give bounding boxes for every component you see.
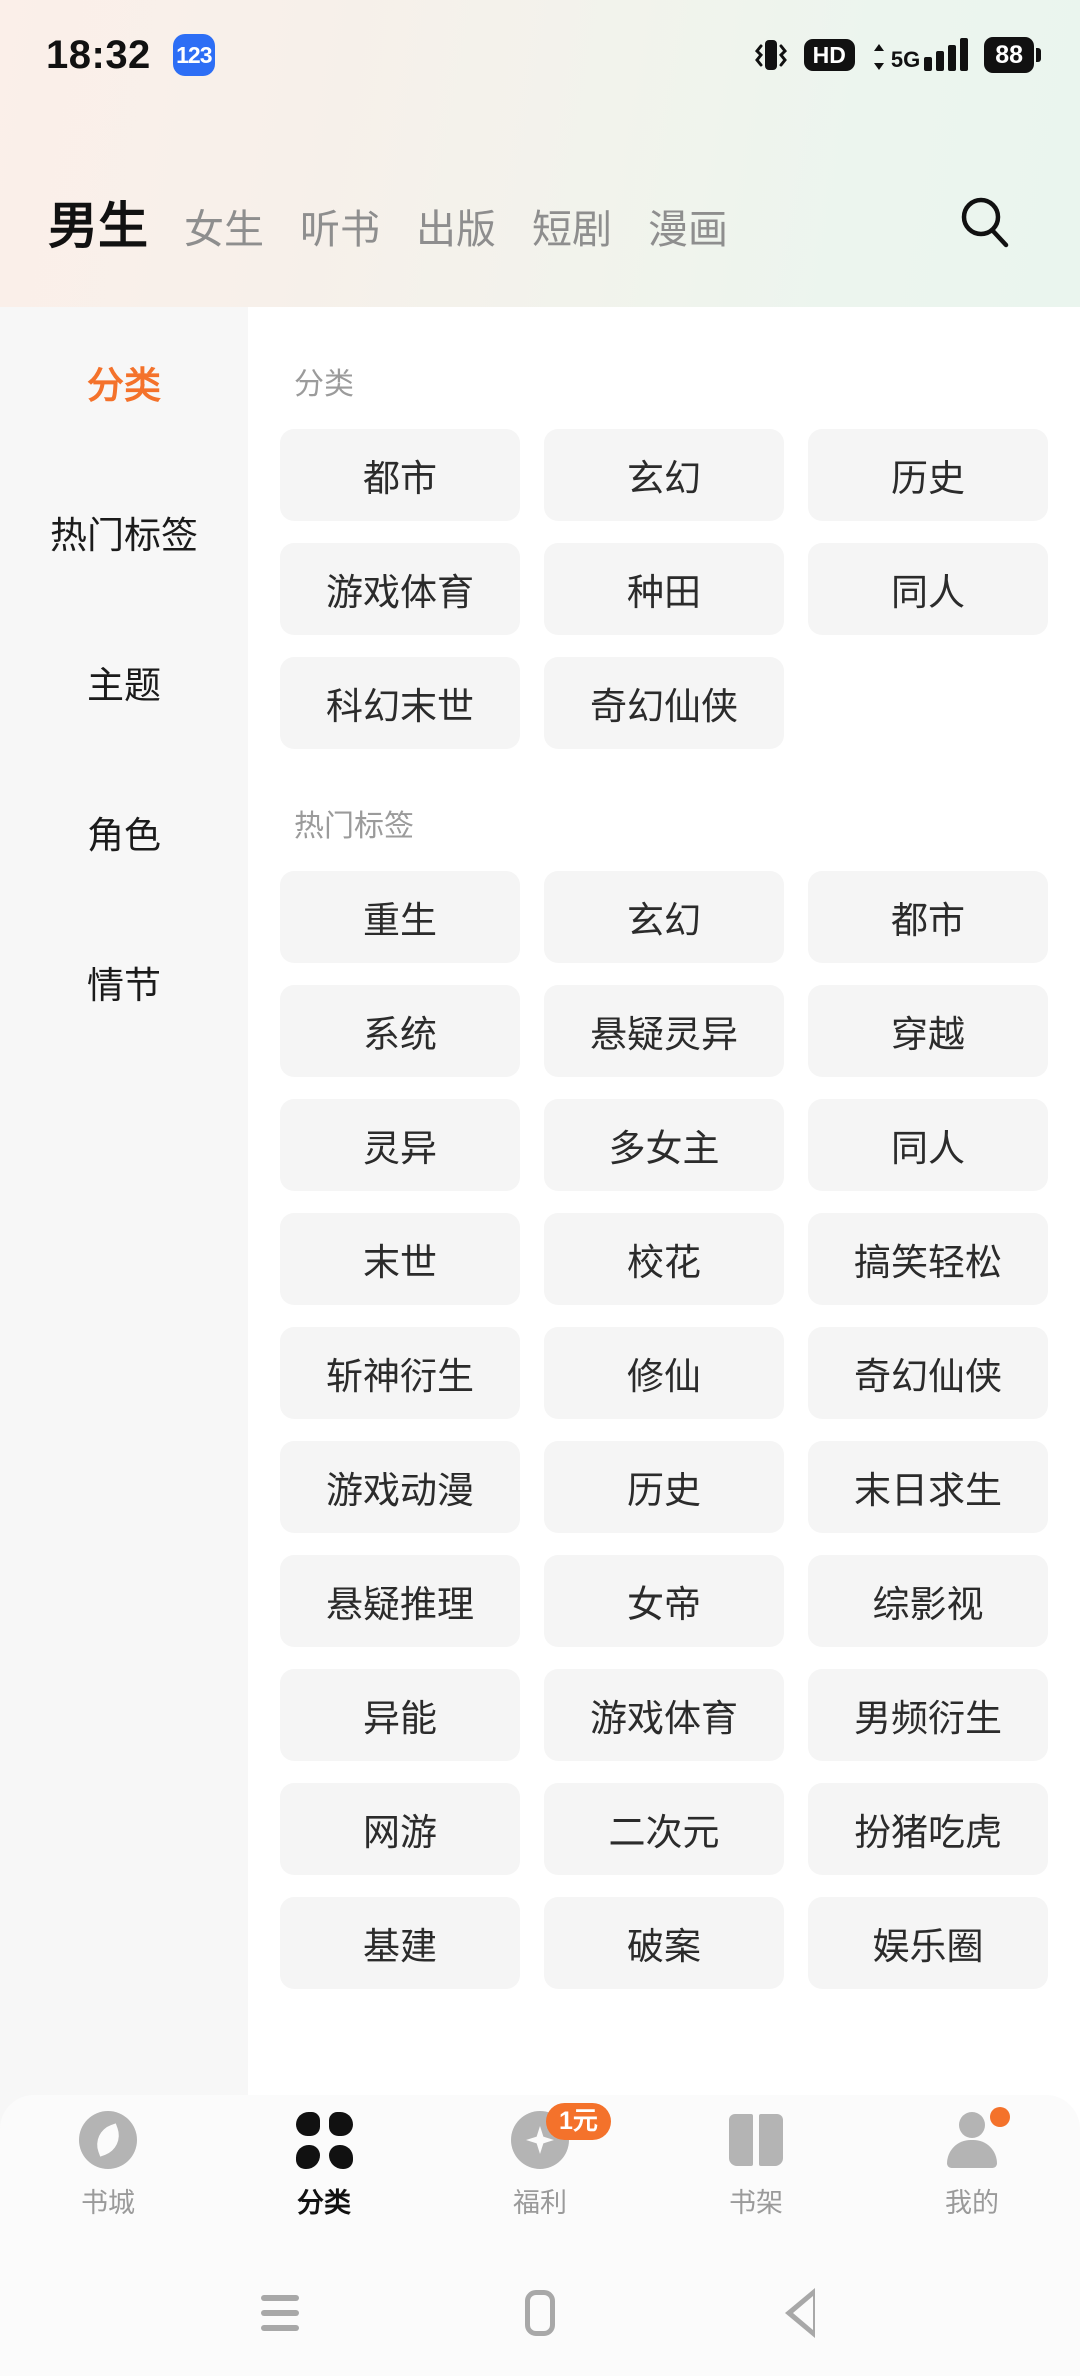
chip[interactable]: 奇幻仙侠 — [808, 1327, 1048, 1419]
chip[interactable]: 历史 — [808, 429, 1048, 521]
bookshelf-icon — [725, 2109, 787, 2171]
chip[interactable]: 种田 — [544, 543, 784, 635]
tab-duanju[interactable]: 短剧 — [532, 197, 612, 255]
chip[interactable]: 斩神衍生 — [280, 1327, 520, 1419]
data-transfer-icon — [871, 43, 887, 71]
chip[interactable]: 游戏体育 — [544, 1669, 784, 1761]
status-bar: 18:32 123 HD 5G 88 — [0, 0, 1080, 110]
chip[interactable]: 校花 — [544, 1213, 784, 1305]
sidebar-item-juese[interactable]: 角色 — [0, 757, 248, 907]
chip[interactable]: 同人 — [808, 543, 1048, 635]
sidebar-item-remenbiaoqian[interactable]: 热门标签 — [0, 457, 248, 607]
status-bar-right: HD 5G 88 — [754, 35, 1034, 75]
section-title-fenlei: 分类 — [294, 368, 354, 401]
battery-indicator: 88 — [984, 37, 1034, 73]
bottom-tab-label: 我的 — [945, 2188, 999, 2218]
section-title-remenbiaoqian: 热门标签 — [294, 810, 414, 843]
chip[interactable]: 扮猪吃虎 — [808, 1783, 1048, 1875]
sidebar-item-qingjie[interactable]: 情节 — [0, 907, 248, 1057]
notification-dot — [990, 2107, 1010, 2127]
chip[interactable]: 同人 — [808, 1099, 1048, 1191]
chip[interactable]: 都市 — [808, 871, 1048, 963]
bottom-tab-label: 福利 — [513, 2188, 567, 2218]
chip[interactable]: 基建 — [280, 1897, 520, 1989]
recents-icon[interactable] — [245, 2278, 315, 2348]
chip[interactable]: 多女主 — [544, 1099, 784, 1191]
bottom-tab-shucheng[interactable]: 书城 — [0, 2109, 216, 2220]
bottom-tab-fenlei[interactable]: 分类 — [216, 2109, 432, 2220]
tab-tingshu[interactable]: 听书 — [300, 197, 380, 255]
bottom-tab-bar: 书城 分类 1元 福利 书架 我的 — [0, 2095, 1080, 2250]
chip[interactable]: 修仙 — [544, 1327, 784, 1419]
bottom-tab-label: 书架 — [729, 2188, 783, 2218]
chip[interactable]: 末日求生 — [808, 1441, 1048, 1533]
bottom-tab-label: 分类 — [297, 2188, 351, 2218]
sidebar-item-zhuti[interactable]: 主题 — [0, 607, 248, 757]
top-tab-list: 男生 女生 听书 出版 短剧 漫画 — [48, 186, 950, 258]
person-icon — [941, 2107, 1010, 2171]
chip[interactable]: 男频衍生 — [808, 1669, 1048, 1761]
sidebar-item-fenlei[interactable]: 分类 — [0, 307, 248, 457]
search-icon[interactable] — [950, 186, 1022, 258]
chip[interactable]: 异能 — [280, 1669, 520, 1761]
tab-manhua[interactable]: 漫画 — [648, 197, 728, 255]
vibrate-mode-icon — [754, 35, 788, 75]
fuli-badge: 1元 — [546, 2103, 611, 2141]
chip[interactable]: 重生 — [280, 871, 520, 963]
top-navigation: 男生 女生 听书 出版 短剧 漫画 — [0, 172, 1080, 272]
main-panel: 分类 热门标签 主题 角色 情节 分类 都市 玄幻 历史 游戏体育 种田 同人 … — [0, 307, 1080, 2376]
chip[interactable]: 游戏体育 — [280, 543, 520, 635]
chip[interactable]: 科幻末世 — [280, 657, 520, 749]
chip[interactable]: 都市 — [280, 429, 520, 521]
network-type-label: 5G — [890, 47, 921, 72]
hd-call-icon: HD — [803, 38, 855, 72]
chip[interactable]: 末世 — [280, 1213, 520, 1305]
category-content-scroll[interactable]: 分类 都市 玄幻 历史 游戏体育 种田 同人 科幻末世 奇幻仙侠 热门标签 重生… — [248, 307, 1080, 2376]
app-notification-icon: 123 — [172, 34, 215, 76]
gift-star-icon: 1元 — [509, 2103, 611, 2171]
status-clock: 18:32 — [46, 32, 151, 77]
chip[interactable]: 悬疑推理 — [280, 1555, 520, 1647]
network-indicator: 5G — [871, 38, 969, 72]
back-icon[interactable] — [765, 2278, 835, 2348]
tab-nansheng[interactable]: 男生 — [48, 186, 148, 258]
android-system-nav — [0, 2250, 1080, 2376]
category-sidebar[interactable]: 分类 热门标签 主题 角色 情节 — [0, 307, 248, 2376]
chip[interactable]: 综影视 — [808, 1555, 1048, 1647]
chip[interactable]: 网游 — [280, 1783, 520, 1875]
chip[interactable]: 二次元 — [544, 1783, 784, 1875]
chip[interactable]: 历史 — [544, 1441, 784, 1533]
signal-strength-icon — [924, 38, 969, 71]
bottom-tab-shujia[interactable]: 书架 — [648, 2109, 864, 2220]
home-icon[interactable] — [505, 2278, 575, 2348]
bottom-tab-label: 书城 — [81, 2188, 135, 2218]
chip[interactable]: 女帝 — [544, 1555, 784, 1647]
chip[interactable]: 游戏动漫 — [280, 1441, 520, 1533]
chip[interactable]: 悬疑灵异 — [544, 985, 784, 1077]
chip[interactable]: 系统 — [280, 985, 520, 1077]
chip[interactable]: 搞笑轻松 — [808, 1213, 1048, 1305]
tab-nvsheng[interactable]: 女生 — [184, 197, 264, 255]
chip[interactable]: 穿越 — [808, 985, 1048, 1077]
status-bar-left: 18:32 123 — [46, 33, 215, 78]
chip[interactable]: 破案 — [544, 1897, 784, 1989]
chip[interactable]: 玄幻 — [544, 429, 784, 521]
tab-chuban[interactable]: 出版 — [416, 197, 496, 255]
chip-grid-fenlei: 都市 玄幻 历史 游戏体育 种田 同人 科幻末世 奇幻仙侠 — [280, 429, 1048, 749]
chip[interactable]: 玄幻 — [544, 871, 784, 963]
chip[interactable]: 奇幻仙侠 — [544, 657, 784, 749]
compass-icon — [77, 2109, 139, 2171]
chip[interactable]: 灵异 — [280, 1099, 520, 1191]
chip-grid-remenbiaoqian: 重生 玄幻 都市 系统 悬疑灵异 穿越 灵异 多女主 同人 末世 校花 搞笑轻松… — [280, 871, 1048, 1989]
bottom-tab-wode[interactable]: 我的 — [864, 2107, 1080, 2220]
grid-dots-icon — [293, 2109, 355, 2171]
bottom-tab-fuli[interactable]: 1元 福利 — [432, 2103, 648, 2220]
chip[interactable]: 娱乐圈 — [808, 1897, 1048, 1989]
